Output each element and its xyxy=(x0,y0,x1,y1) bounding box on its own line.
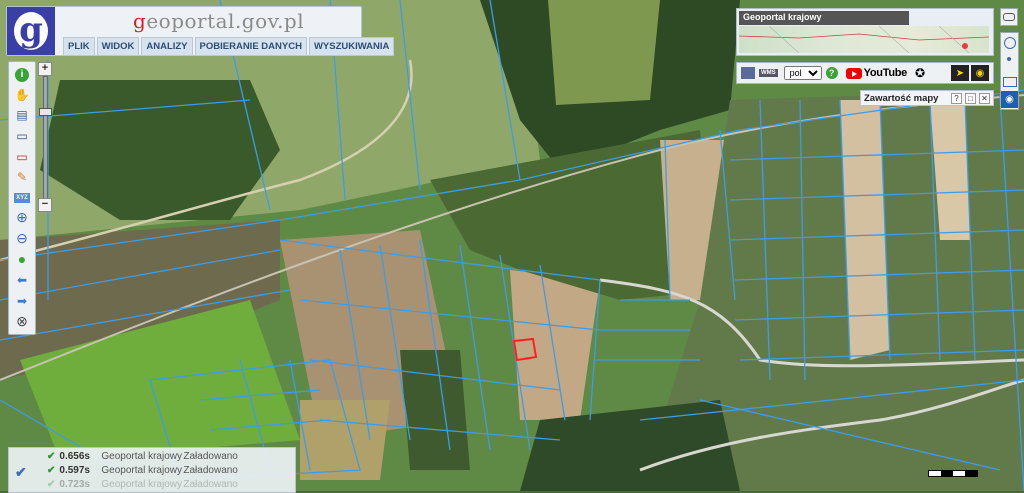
overview-title: Geoportal krajowy xyxy=(739,11,909,25)
log-time: 0.597s xyxy=(59,465,90,476)
log-status: Załadowano xyxy=(183,479,238,490)
log-row: ✔ 0.597s Geoportal krajowy Załadowano xyxy=(47,464,238,477)
app-header: g geoportal.gov.pl PLIK WIDOK ANALIZY PO… xyxy=(6,6,395,56)
site-title: geoportal.gov.pl xyxy=(133,9,304,33)
left-toolbar: i ✋ ▤ ▭ ▭ ✎ XYZ ⊕ ⊖ ● ⬅ ➡ ⊗ xyxy=(8,61,36,335)
layers-glyph xyxy=(1003,13,1015,21)
site-title-g: g xyxy=(133,9,147,33)
map-contents-title: Zawartość mapy xyxy=(864,92,939,104)
measure-icon[interactable]: ✎ xyxy=(13,168,31,186)
field-darkgreen xyxy=(400,350,470,470)
info-glyph: i xyxy=(15,68,29,82)
select-window-icon[interactable]: ▭ xyxy=(13,127,31,145)
map-contents-panel: Zawartość mapy ? □ ✕ xyxy=(860,90,994,106)
contents-window-button[interactable]: □ xyxy=(965,92,976,104)
log-status: Załadowano xyxy=(183,465,238,476)
menu-widok[interactable]: WIDOK xyxy=(96,37,140,56)
overview-map-lines xyxy=(738,25,990,54)
eye-mode-icon[interactable]: ◉ xyxy=(971,65,989,81)
log-source: Geoportal krajowy xyxy=(101,451,182,462)
scale-bar xyxy=(928,470,978,477)
menu-wyszukiwania[interactable]: WYSZUKIWANIA xyxy=(308,37,395,56)
back-arrow-icon[interactable]: ⬅ xyxy=(13,271,31,289)
site-title-rest: eoportal.gov.pl xyxy=(146,9,305,33)
services-bar: WMS pol ? YouTube ✪ ➤ ◉ xyxy=(736,62,994,84)
menu-plik[interactable]: PLIK xyxy=(63,37,95,56)
select-red-icon[interactable]: ▭ xyxy=(13,148,31,166)
youtube-label: YouTube xyxy=(863,67,908,79)
forward-arrow-icon[interactable]: ➡ xyxy=(13,292,31,310)
zoom-in-icon[interactable]: ⊕ xyxy=(13,208,31,226)
log-time: 0.723s xyxy=(59,479,90,490)
zoom-plus-button[interactable]: + xyxy=(38,62,52,76)
contents-help-button[interactable]: ? xyxy=(951,92,962,104)
pan-hand-icon[interactable]: ✋ xyxy=(13,86,31,104)
full-extent-icon[interactable]: ⊗ xyxy=(13,312,31,330)
ok-check-icon: ✔ xyxy=(47,465,56,476)
globe-icon[interactable]: ● xyxy=(13,250,31,268)
view-mode-buttons: ➤ ◉ xyxy=(951,65,989,81)
main-menu: PLIK WIDOK ANALIZY POBIERANIE DANYCH WYS… xyxy=(63,37,395,56)
menu-analizy[interactable]: ANALIZY xyxy=(141,37,193,56)
status-check-icon[interactable]: ✔ xyxy=(15,464,31,480)
zoom-minus-button[interactable]: − xyxy=(38,198,52,212)
printer-icon[interactable] xyxy=(741,67,755,79)
legend-icon[interactable]: ▤ xyxy=(13,106,31,124)
log-source: Geoportal krajowy xyxy=(101,479,182,490)
zoom-out-icon[interactable]: ⊖ xyxy=(13,229,31,247)
log-row: ✔ 0.723s Geoportal krajowy Załadowano xyxy=(47,478,238,491)
accessibility-icon[interactable]: ✪ xyxy=(915,66,925,80)
youtube-link[interactable]: YouTube xyxy=(845,67,908,79)
eye-view-icon[interactable]: ◉ xyxy=(1001,91,1018,108)
zoom-handle[interactable] xyxy=(39,108,52,116)
view-circle-icon[interactable] xyxy=(1004,37,1016,49)
zoom-track[interactable] xyxy=(43,76,48,200)
language-select[interactable]: pol xyxy=(783,66,822,80)
zoom-slider: + − xyxy=(38,62,52,212)
arrow-mode-icon[interactable]: ➤ xyxy=(951,65,969,81)
wms-icon[interactable]: WMS xyxy=(759,69,778,77)
geoportal-logo[interactable]: g xyxy=(7,7,55,55)
ok-check-icon: ✔ xyxy=(47,451,56,462)
youtube-play-icon xyxy=(845,67,862,79)
layers-toggle-icon[interactable] xyxy=(1000,8,1018,26)
menu-pobieranie-danych[interactable]: POBIERANIE DANYCH xyxy=(194,37,307,56)
logo-g-icon: g xyxy=(14,12,48,50)
dot-icon[interactable] xyxy=(1007,57,1011,61)
xyz-icon[interactable]: XYZ xyxy=(14,193,30,203)
ok-check-icon: ✔ xyxy=(47,479,56,490)
log-status: Załadowano xyxy=(183,451,238,462)
log-source: Geoportal krajowy xyxy=(101,465,182,476)
right-controls: ◉ xyxy=(1000,32,1019,110)
overview-map[interactable] xyxy=(738,25,990,54)
field-south xyxy=(300,400,390,480)
contents-close-button[interactable]: ✕ xyxy=(979,92,990,104)
log-row: ✔ 0.656s Geoportal krajowy Załadowano xyxy=(47,450,238,463)
overview-panel: Geoportal krajowy xyxy=(736,8,994,56)
help-icon[interactable]: ? xyxy=(825,67,838,79)
info-icon[interactable]: i xyxy=(13,66,31,84)
window-icon[interactable] xyxy=(1003,77,1017,87)
meadow-top-center xyxy=(548,0,660,105)
log-time: 0.656s xyxy=(59,451,90,462)
load-status-log: ✔ ✔ 0.656s Geoportal krajowy Załadowano … xyxy=(8,447,296,493)
